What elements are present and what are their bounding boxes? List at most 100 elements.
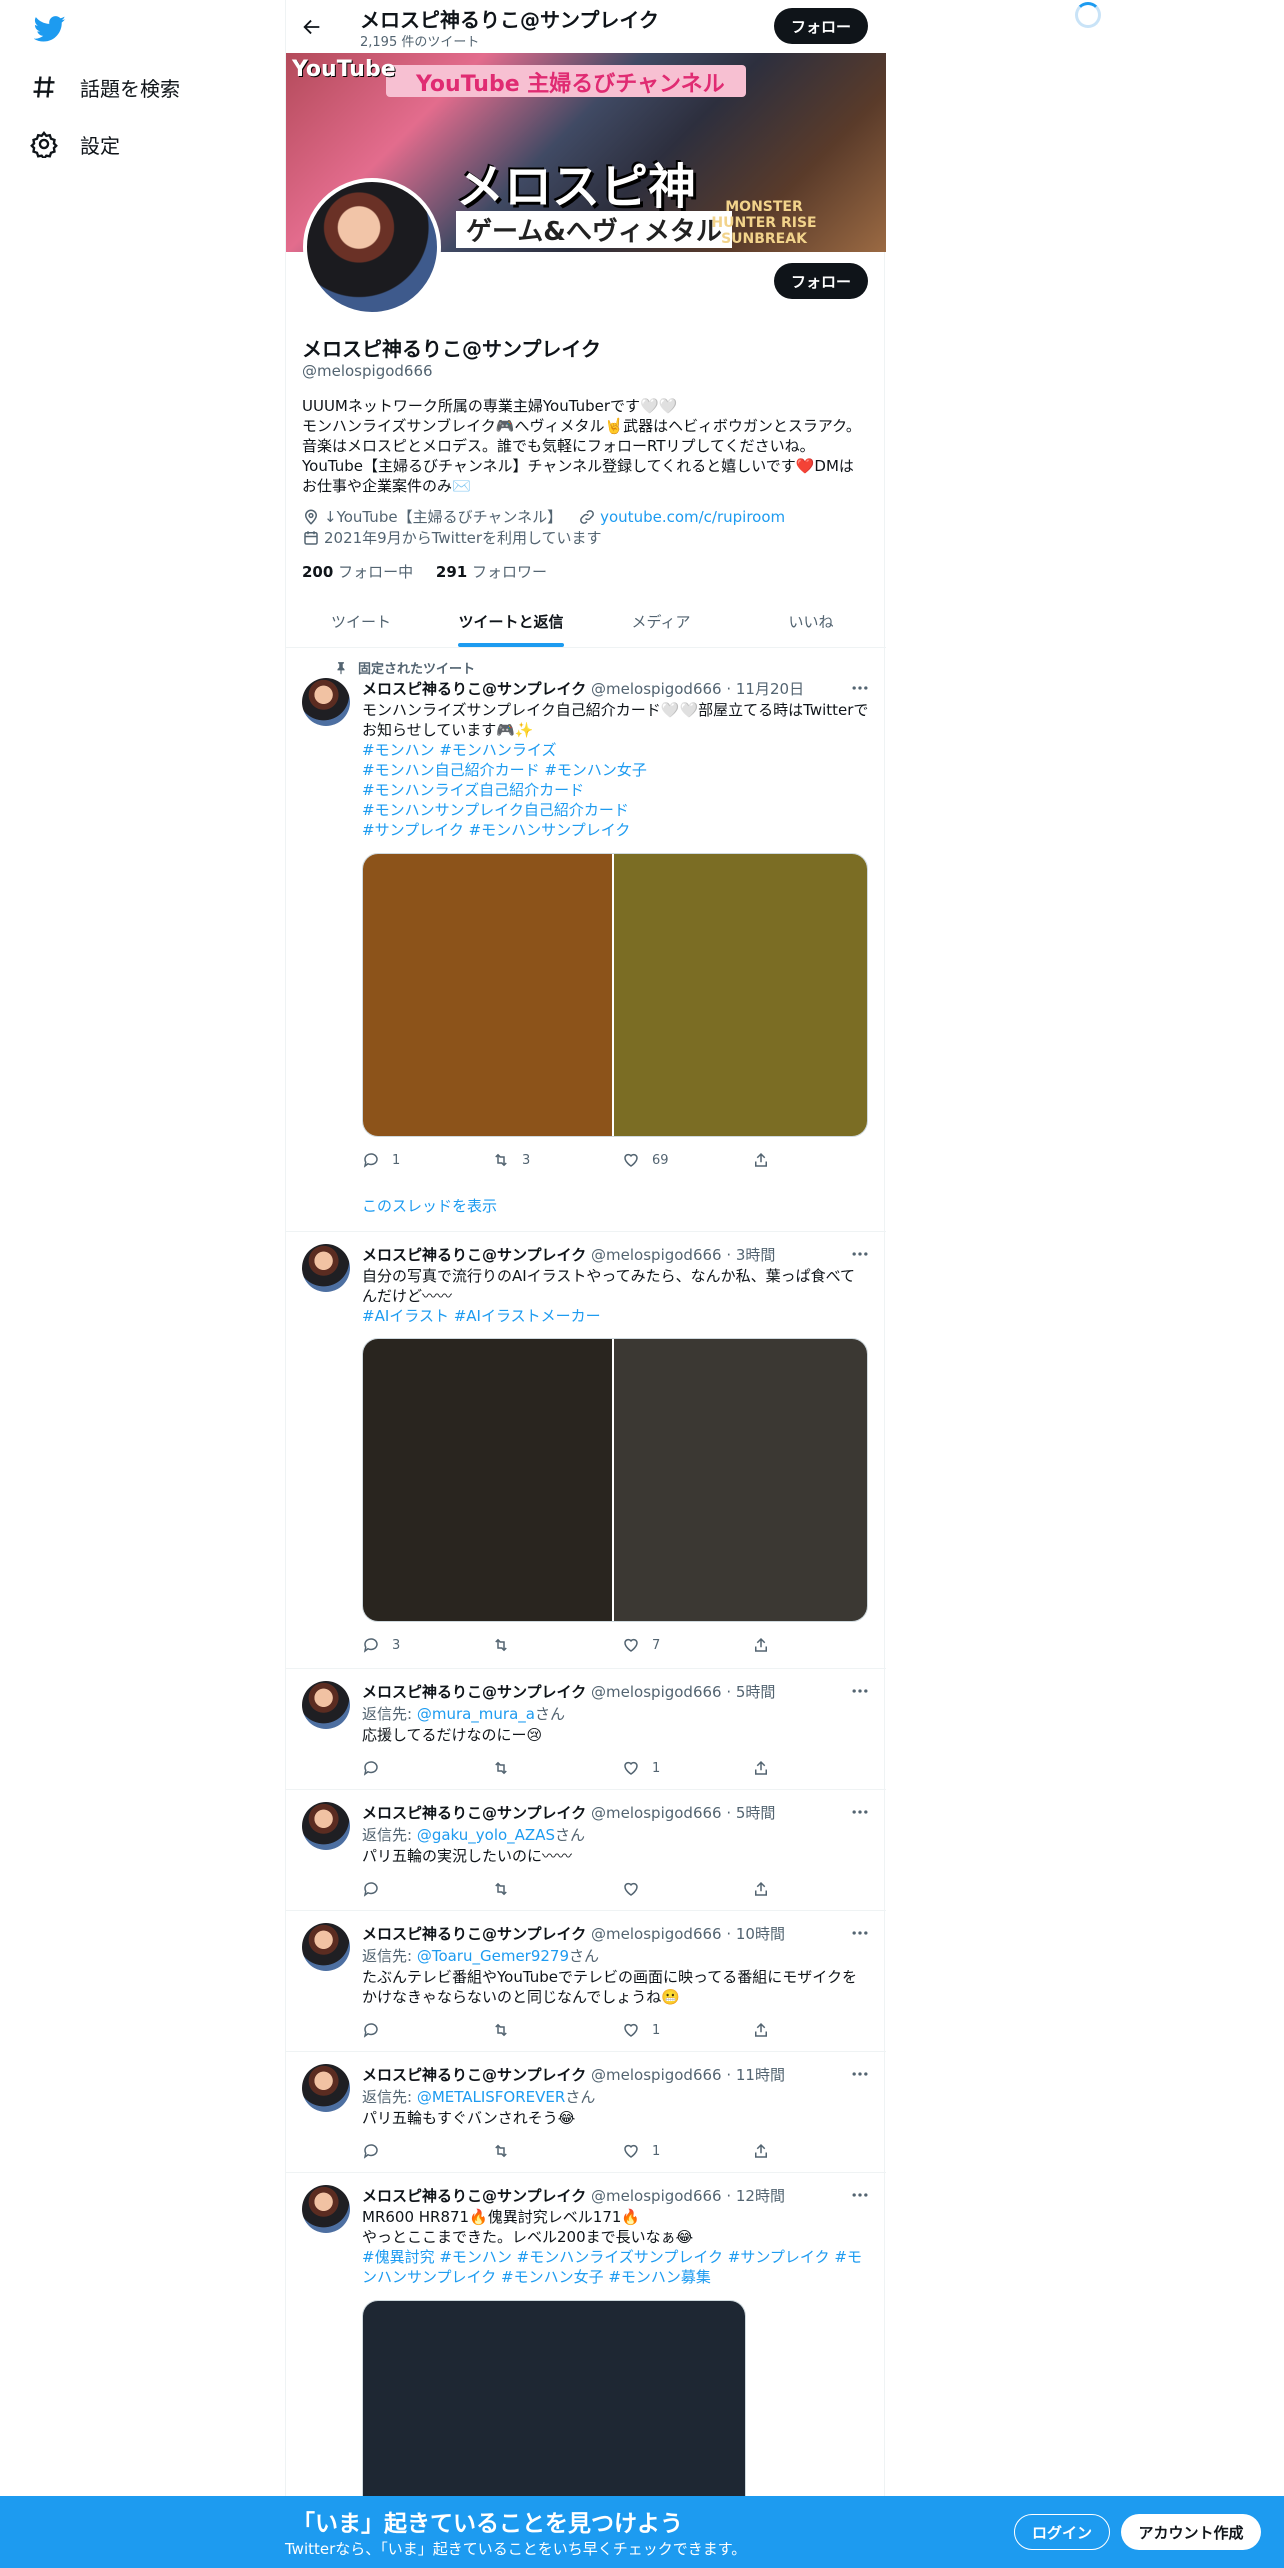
tab-tweets-and-replies[interactable]: ツイートと返信 [436, 595, 586, 647]
like-button[interactable] [622, 1880, 752, 1898]
bio-line: お仕事や企業案件のみ✉️ [302, 477, 471, 495]
more-options-icon[interactable] [850, 2064, 870, 2084]
retweet-button[interactable] [492, 1636, 622, 1654]
more-options-icon[interactable] [850, 2185, 870, 2205]
tweet-reply[interactable]: メロスピ神るりこ@サンプレイク @melospigod666 · 5時間 返信先… [286, 1669, 886, 1790]
reply-button[interactable] [362, 2142, 492, 2160]
tab-media[interactable]: メディア [586, 595, 736, 647]
back-arrow-icon[interactable] [298, 13, 326, 41]
profile-header-bar: メロスピ神るりこ@サンプレイク 2,195 件のツイート フォロー [286, 0, 886, 53]
tweet-avatar[interactable] [302, 1802, 350, 1850]
tweet-hashtags[interactable]: #モンハン #モンハンライズ [362, 740, 872, 760]
tweet-hashtags[interactable]: #モンハン自己紹介カード #モンハン女子 [362, 760, 872, 780]
retweet-button[interactable] [492, 2142, 622, 2160]
media-image[interactable] [614, 1339, 867, 1621]
media-image[interactable] [363, 854, 615, 1136]
tweet-hashtags[interactable]: #サンプレイク #モンハンサンプレイク [362, 820, 872, 840]
followers-label: フォロワー [471, 563, 547, 581]
tweet-header: メロスピ神るりこ@サンプレイク @melospigod666 · 12時間 [362, 2185, 785, 2206]
tweet-meta[interactable]: @melospigod666 · 11時間 [591, 2066, 785, 2084]
tweet-author-name[interactable]: メロスピ神るりこ@サンプレイク [362, 1683, 586, 1701]
reply-button[interactable] [362, 2021, 492, 2039]
retweet-button[interactable]: 3 [492, 1151, 622, 1169]
tweet-reply[interactable]: メロスピ神るりこ@サンプレイク @melospigod666 · 10時間 返信… [286, 1911, 886, 2052]
tweet-hashtags[interactable]: #モンハンサンプレイク自己紹介カード [362, 800, 872, 820]
share-button[interactable] [752, 1636, 782, 1654]
tweet-author-name[interactable]: メロスピ神るりこ@サンプレイク [362, 680, 586, 698]
tweet-header: メロスピ神るりこ@サンプレイク @melospigod666 · 11月20日 [362, 678, 804, 699]
more-options-icon[interactable] [850, 1681, 870, 1701]
more-options-icon[interactable] [850, 1244, 870, 1264]
tweet-meta[interactable]: @melospigod666 · 5時間 [591, 1804, 775, 1822]
tweet[interactable]: メロスピ神るりこ@サンプレイク @melospigod666 · 3時間 自分の… [286, 1232, 886, 1669]
retweet-button[interactable] [492, 1880, 622, 1898]
like-button[interactable]: 69 [622, 1151, 752, 1169]
twitter-logo-icon[interactable] [33, 13, 66, 45]
header-follow-button[interactable]: フォロー [774, 8, 868, 44]
reply-to-handle[interactable]: @METALISFOREVER [417, 2088, 565, 2106]
share-button[interactable] [752, 2142, 782, 2160]
reply-to-prefix: 返信先: [362, 1947, 417, 1965]
retweet-button[interactable] [492, 1759, 622, 1777]
profile-follow-button[interactable]: フォロー [774, 263, 868, 299]
media-image[interactable] [614, 854, 867, 1136]
show-thread-link[interactable]: このスレッドを表示 [362, 1195, 497, 1216]
tweet-avatar[interactable] [302, 1923, 350, 1971]
profile-avatar[interactable] [303, 178, 441, 316]
signup-button[interactable]: アカウント作成 [1121, 2514, 1261, 2550]
tweet-avatar[interactable] [302, 678, 350, 726]
tab-likes[interactable]: いいね [736, 595, 886, 647]
like-button[interactable]: 1 [622, 2021, 752, 2039]
reply-to-handle[interactable]: @Toaru_Gemer9279 [417, 1947, 569, 1965]
tweet-media[interactable] [362, 853, 868, 1137]
tweet-text: 自分の写真で流行りのAIイラストやってみたら、なんか私、葉っぱ食べて んだけど〰… [362, 1266, 872, 1326]
tweet-meta[interactable]: @melospigod666 · 5時間 [591, 1683, 775, 1701]
tweet-media[interactable] [362, 1338, 868, 1622]
more-options-icon[interactable] [850, 678, 870, 698]
like-button[interactable]: 7 [622, 1636, 752, 1654]
tweet-reply[interactable]: メロスピ神るりこ@サンプレイク @melospigod666 · 11時間 返信… [286, 2052, 886, 2173]
tweet-hashtags[interactable]: ンハンサンプレイク #モンハン女子 #モンハン募集 [362, 2267, 872, 2287]
tweet-author-name[interactable]: メロスピ神るりこ@サンプレイク [362, 1246, 586, 1264]
tweet-meta[interactable]: @melospigod666 · 11月20日 [591, 680, 804, 698]
share-button[interactable] [752, 1880, 782, 1898]
login-button[interactable]: ログイン [1014, 2514, 1110, 2550]
tweet-meta[interactable]: @melospigod666 · 12時間 [591, 2187, 785, 2205]
tweet-pinned[interactable]: 固定されたツイート メロスピ神るりこ@サンプレイク @melospigod666… [286, 648, 886, 1232]
share-button[interactable] [752, 2021, 782, 2039]
share-button[interactable] [752, 1759, 782, 1777]
tweet-author-name[interactable]: メロスピ神るりこ@サンプレイク [362, 1925, 586, 1943]
reply-button[interactable] [362, 1880, 492, 1898]
tweet-avatar[interactable] [302, 2064, 350, 2112]
tweet-author-name[interactable]: メロスピ神るりこ@サンプレイク [362, 2066, 586, 2084]
tweet-avatar[interactable] [302, 1681, 350, 1729]
more-options-icon[interactable] [850, 1802, 870, 1822]
reply-button[interactable]: 3 [362, 1636, 492, 1654]
reply-button[interactable]: 1 [362, 1151, 492, 1169]
more-options-icon[interactable] [850, 1923, 870, 1943]
tweet-meta[interactable]: @melospigod666 · 10時間 [591, 1925, 785, 1943]
media-image[interactable] [363, 1339, 615, 1621]
tweet-hashtags[interactable]: #モンハンライズ自己紹介カード [362, 780, 872, 800]
like-button[interactable]: 1 [622, 2142, 752, 2160]
following-link[interactable]: 200 フォロー中 [302, 563, 413, 581]
tab-tweets[interactable]: ツイート [286, 595, 436, 647]
tweet-author-name[interactable]: メロスピ神るりこ@サンプレイク [362, 1804, 586, 1822]
like-button[interactable]: 1 [622, 1759, 752, 1777]
retweet-button[interactable] [492, 2021, 622, 2039]
tweet-avatar[interactable] [302, 2185, 350, 2233]
share-button[interactable] [752, 1151, 782, 1169]
followers-link[interactable]: 291 フォロワー [436, 563, 547, 581]
tweet-hashtags[interactable]: #傀異討究 #モンハン #モンハンライズサンプレイク #サンプレイク #モ [362, 2247, 872, 2267]
nav-settings[interactable]: 設定 [30, 122, 120, 166]
nav-explore[interactable]: 話題を検索 [30, 65, 180, 109]
tweet-meta[interactable]: @melospigod666 · 3時間 [591, 1246, 775, 1264]
reply-to-handle[interactable]: @mura_mura_a [417, 1705, 535, 1723]
tweet-reply[interactable]: メロスピ神るりこ@サンプレイク @melospigod666 · 5時間 返信先… [286, 1790, 886, 1911]
tweet-avatar[interactable] [302, 1244, 350, 1292]
profile-url-link[interactable]: youtube.com/c/rupiroom [600, 508, 785, 526]
reply-to-handle[interactable]: @gaku_yolo_AZAS [417, 1826, 555, 1844]
tweet-hashtags[interactable]: #AIイラスト #AIイラストメーカー [362, 1306, 872, 1326]
reply-button[interactable] [362, 1759, 492, 1777]
tweet-author-name[interactable]: メロスピ神るりこ@サンプレイク [362, 2187, 586, 2205]
